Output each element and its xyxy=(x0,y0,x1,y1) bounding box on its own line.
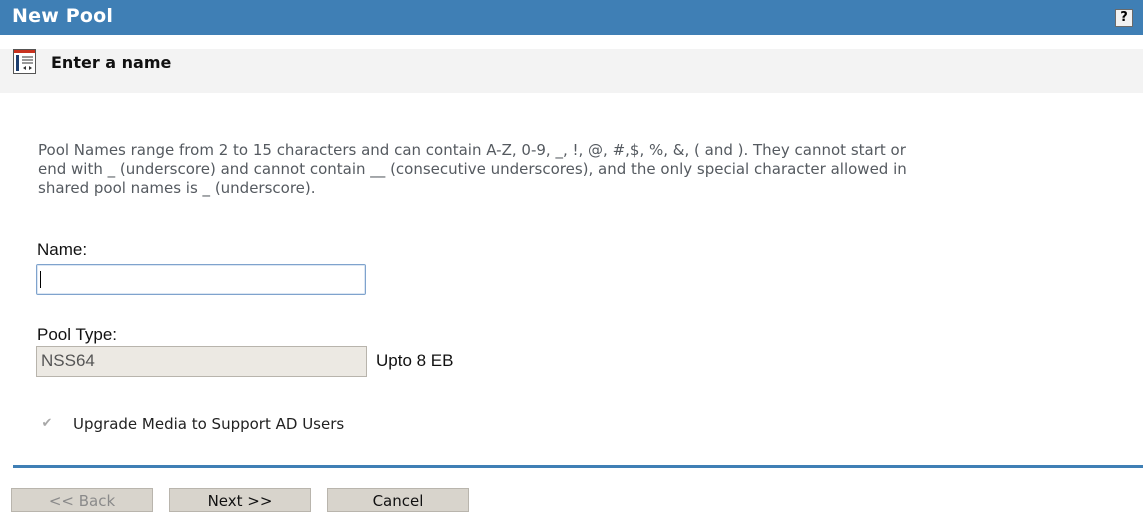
back-button[interactable]: << Back xyxy=(11,488,153,512)
title-bar: New Pool ? xyxy=(0,0,1143,35)
pool-name-instructions: Pool Names range from 2 to 15 characters… xyxy=(38,141,907,197)
pool-type-label: Pool Type: xyxy=(37,325,118,344)
upgrade-media-label: Upgrade Media to Support AD Users xyxy=(73,415,345,433)
pool-type-field: NSS64 xyxy=(36,346,367,377)
name-input[interactable] xyxy=(36,264,366,295)
wizard-step-icon xyxy=(13,49,36,74)
next-button[interactable]: Next >> xyxy=(169,488,311,512)
upgrade-media-checkbox[interactable]: ✔ xyxy=(40,417,54,431)
cancel-button[interactable]: Cancel xyxy=(327,488,469,512)
step-header: Enter a name xyxy=(0,49,1143,93)
help-button[interactable]: ? xyxy=(1115,9,1133,27)
page-title: New Pool xyxy=(12,5,114,27)
text-caret xyxy=(40,271,41,288)
footer-divider xyxy=(13,465,1143,468)
name-label: Name: xyxy=(37,240,88,259)
pool-type-size: Upto 8 EB xyxy=(376,351,454,370)
step-title: Enter a name xyxy=(51,53,172,72)
